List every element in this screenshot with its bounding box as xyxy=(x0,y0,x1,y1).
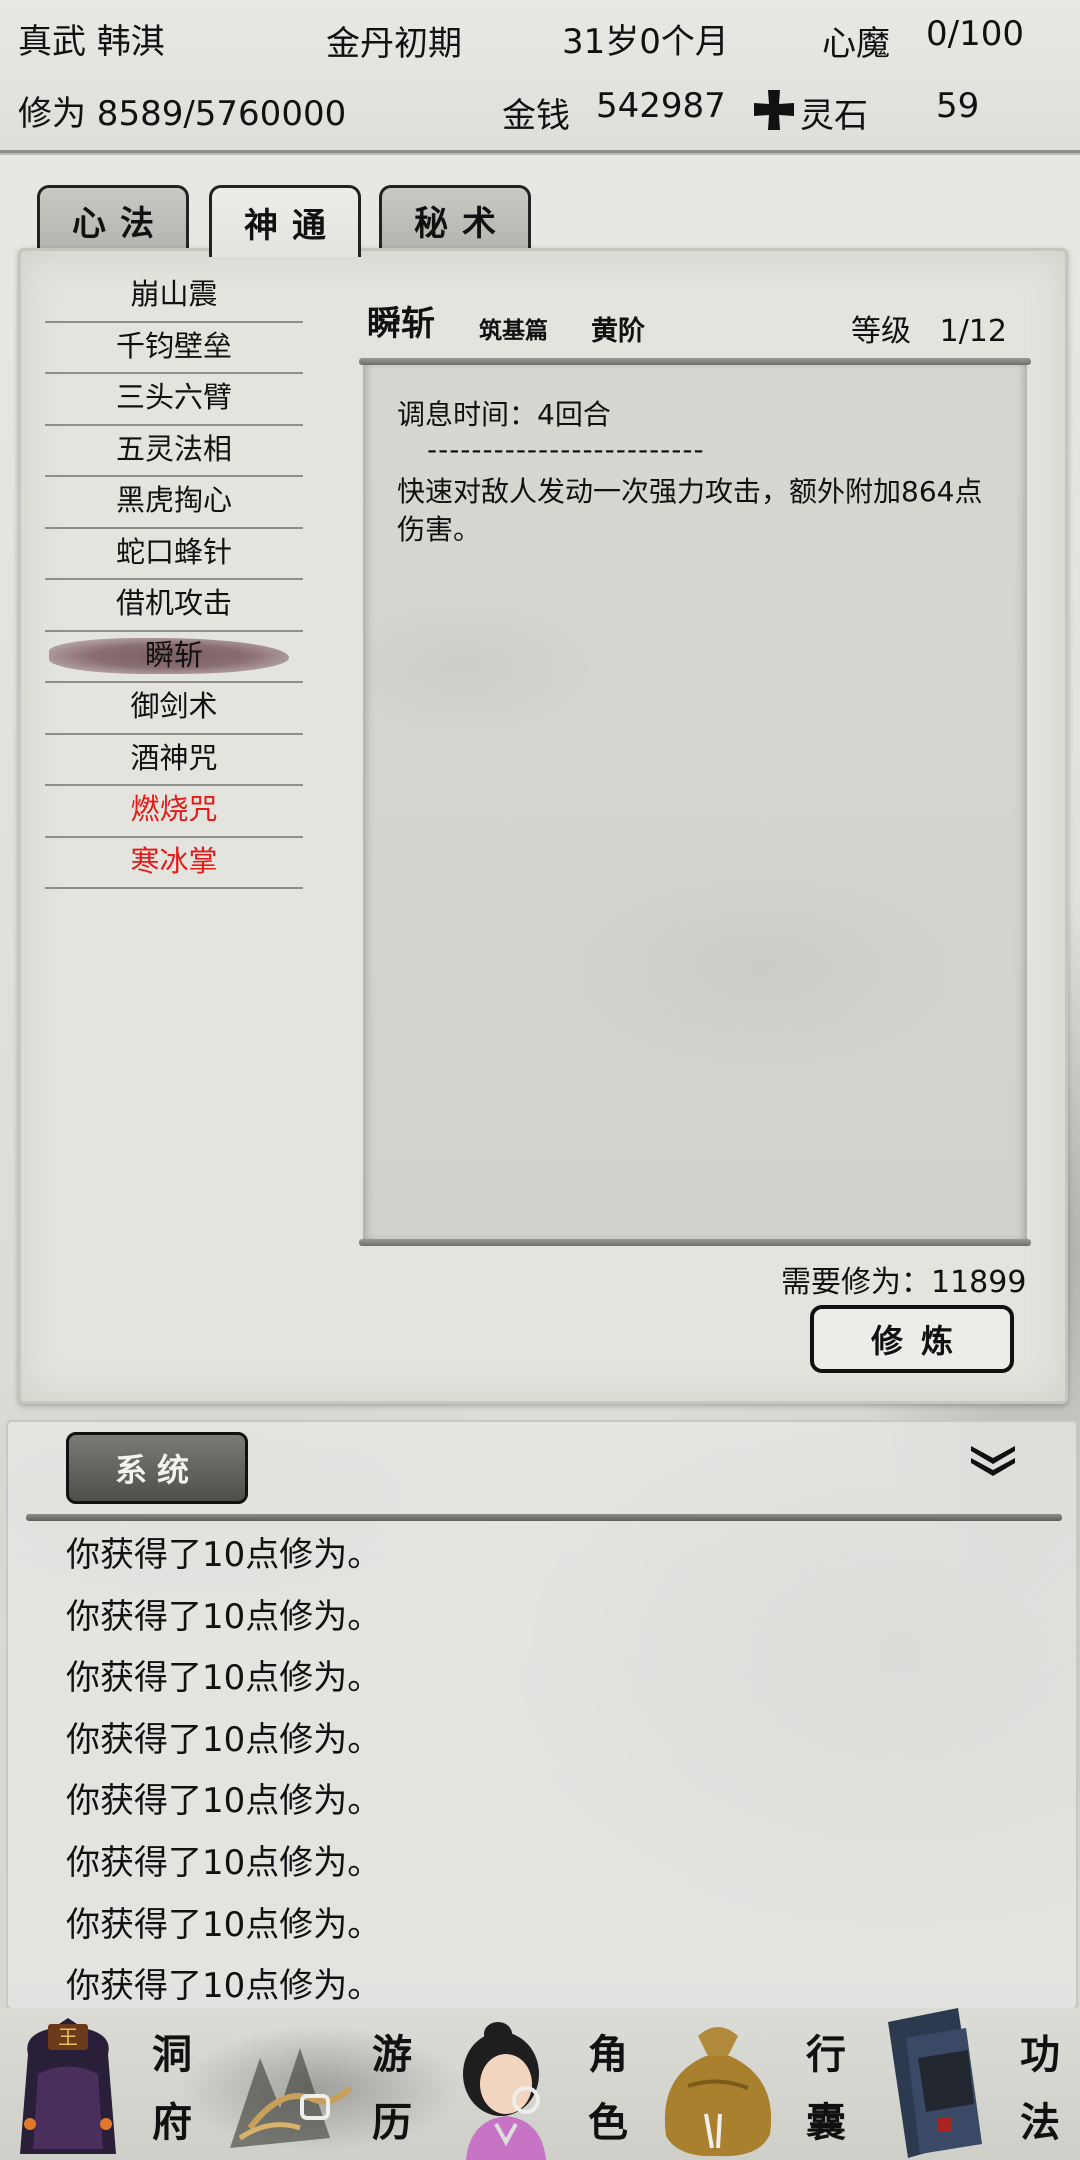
skill-description: 快速对敌人发动一次强力攻击，额外附加864点伤害。 xyxy=(397,475,983,546)
skill-level: 等级 1/12 xyxy=(851,314,1007,349)
skill-chapter: 筑基篇 xyxy=(479,317,548,344)
skill-item[interactable]: 借机攻击 xyxy=(45,580,303,632)
skill-item[interactable]: 黑虎掏心 xyxy=(45,477,303,529)
cultivation-points: 修为 8589/5760000 xyxy=(18,94,347,134)
demon-value: 0/100 xyxy=(926,14,1024,54)
money-value: 542987 xyxy=(596,86,726,126)
character-icon xyxy=(463,2022,546,2160)
svg-text:王: 王 xyxy=(58,2025,78,2049)
skill-item[interactable]: 蛇口蜂针 xyxy=(45,529,303,580)
log-message: 你获得了10点修为。 xyxy=(66,1781,382,1822)
log-message: 你获得了10点修为。 xyxy=(66,1535,382,1575)
message-log-panel: 系统 你获得了10点修为。 你获得了10点修为。 你获得了10点修为。 你获得了… xyxy=(6,1420,1078,2010)
skill-item[interactable]: 三头六臂 xyxy=(45,374,303,426)
nav-technique[interactable]: 功 法 xyxy=(864,2008,1080,2160)
nav-bag[interactable]: 行 囊 xyxy=(648,2008,864,2160)
character-age: 31岁0个月 xyxy=(562,22,729,62)
log-message: 你获得了10点修为。 xyxy=(66,1719,382,1760)
scroll-rod-top xyxy=(359,358,1031,365)
collapse-chevron-icon[interactable] xyxy=(968,1442,1018,1482)
nav-travel[interactable]: 游 历 xyxy=(216,2008,432,2160)
skill-list: 崩山震 千钧壁垒 三头六臂 五灵法相 黑虎掏心 蛇口蜂针 借机攻击 瞬斩 御剑术… xyxy=(45,271,303,889)
log-divider xyxy=(26,1514,1062,1521)
train-button[interactable]: 修炼 xyxy=(810,1305,1014,1373)
scroll-rod-bottom xyxy=(359,1239,1031,1246)
skill-item[interactable]: 五灵法相 xyxy=(45,426,303,477)
log-message: 你获得了10点修为。 xyxy=(66,1904,382,1945)
tab-shentong[interactable]: 神通 xyxy=(209,185,361,257)
character-name: 真武 韩淇 xyxy=(18,22,165,62)
skill-item[interactable]: 崩山震 xyxy=(45,271,303,323)
skill-item[interactable]: 御剑术 xyxy=(45,683,303,735)
log-message: 你获得了10点修为。 xyxy=(66,1966,382,2007)
tab-system[interactable]: 系统 xyxy=(66,1432,248,1504)
log-list[interactable]: 你获得了10点修为。 你获得了10点修为。 你获得了10点修为。 你获得了10点… xyxy=(66,1530,382,2008)
log-message: 你获得了10点修为。 xyxy=(66,1596,382,1637)
technique-panel: 崩山震 千钧壁垒 三头六臂 五灵法相 黑虎掏心 蛇口蜂针 借机攻击 瞬斩 御剑术… xyxy=(18,248,1068,1404)
tab-mishu[interactable]: 秘术 xyxy=(379,185,531,253)
skill-grade: 黄阶 xyxy=(591,316,645,347)
demon-label: 心魔 xyxy=(822,24,890,64)
skill-description-scroll[interactable]: 调息时间：4回合 ------------------------- 快速对敌人… xyxy=(363,365,1027,1239)
spirit-stone-label: 灵石 xyxy=(800,96,868,136)
status-header: 真武 韩淇 金丹初期 31岁0个月 心魔 0/100 修为 8589/57600… xyxy=(0,0,1080,153)
skill-item[interactable]: 燃烧咒 xyxy=(45,786,303,838)
bottom-navigation: 王 洞 府 游 历 角 色 行 囊 功 法 xyxy=(0,2008,1080,2160)
cave-icon: 王 xyxy=(20,2018,116,2154)
cultivation-realm: 金丹初期 xyxy=(326,24,462,64)
log-message: 你获得了10点修为。 xyxy=(66,1658,382,1699)
technique-icon xyxy=(888,2008,982,2158)
skill-item[interactable]: 千钧壁垒 xyxy=(45,323,303,374)
money-label: 金钱 xyxy=(502,96,570,136)
add-spirit-stone-icon[interactable] xyxy=(752,88,796,132)
nav-character[interactable]: 角 色 xyxy=(432,2008,648,2160)
skill-title: 瞬斩 xyxy=(367,304,435,344)
log-message: 你获得了10点修为。 xyxy=(66,1842,382,1883)
tab-xinfa[interactable]: 心法 xyxy=(37,185,189,253)
skill-cooldown: 调息时间：4回合 xyxy=(397,398,611,431)
nav-cave[interactable]: 王 洞 府 xyxy=(0,2008,216,2160)
required-cultivation: 需要修为：11899 xyxy=(781,1265,1027,1300)
text-separator: ------------------------- xyxy=(427,433,705,466)
skill-item-selected[interactable]: 瞬斩 xyxy=(45,632,303,683)
bag-icon xyxy=(664,2027,772,2157)
travel-icon xyxy=(230,2048,353,2148)
spirit-stone-value: 59 xyxy=(936,86,980,126)
skill-item[interactable]: 寒冰掌 xyxy=(45,838,303,889)
skill-item[interactable]: 酒神咒 xyxy=(45,735,303,786)
